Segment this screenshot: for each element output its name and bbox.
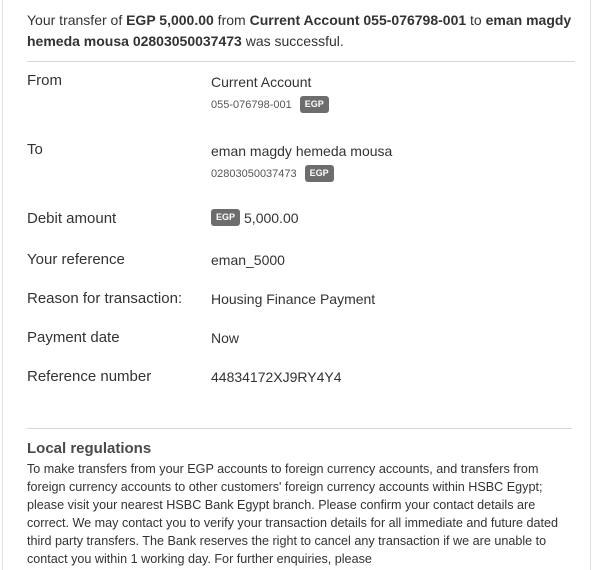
debit-amount-value: 5,000.00: [244, 209, 299, 226]
divider: [27, 61, 575, 62]
from-label: From: [27, 72, 62, 89]
local-regulations-heading: Local regulations: [27, 440, 152, 457]
divider: [27, 428, 572, 429]
payment-date-label: Payment date: [27, 329, 120, 346]
summary-amount: EGP 5,000.00: [126, 12, 214, 28]
your-reference-value: eman_5000: [211, 252, 285, 268]
reference-number-label: Reference number: [27, 368, 152, 385]
payment-date-value: Now: [211, 330, 240, 346]
reference-number-value: 44834172XJ9RY4Y4: [211, 369, 342, 385]
to-label: To: [27, 141, 43, 158]
reason-value: Housing Finance Payment: [211, 291, 376, 307]
summary-text-2: from: [213, 12, 250, 28]
currency-badge: EGP: [299, 96, 329, 113]
summary-account: Current Account 055-076798-001: [249, 12, 467, 28]
currency-badge: EGP: [211, 209, 241, 226]
from-account-name: Current Account: [211, 74, 312, 90]
to-payee-name: eman magdy hemeda mousa: [211, 143, 393, 159]
currency-badge: EGP: [304, 165, 334, 182]
summary-text-4: was successful.: [241, 33, 344, 49]
to-account-number: 02803050037473: [211, 167, 297, 180]
debit-amount: EGP 5,000.00: [211, 209, 299, 226]
debit-amount-label: Debit amount: [27, 210, 117, 227]
from-account-details: 055-076798-001 EGP: [211, 96, 329, 113]
local-regulations-text: To make transfers from your EGP accounts…: [27, 462, 559, 566]
to-account-details: 02803050037473 EGP: [211, 165, 334, 182]
summary-text-1: Your transfer of: [27, 12, 127, 28]
your-reference-label: Your reference: [27, 251, 125, 268]
summary-text-3: to: [466, 12, 486, 28]
success-message: Your transfer of EGP 5,000.00 from Curre…: [27, 10, 575, 52]
reason-label: Reason for transaction:: [27, 290, 183, 307]
confirmation-panel: Your transfer of EGP 5,000.00 from Curre…: [2, 0, 591, 570]
from-account-number: 055-076798-001: [211, 98, 292, 111]
